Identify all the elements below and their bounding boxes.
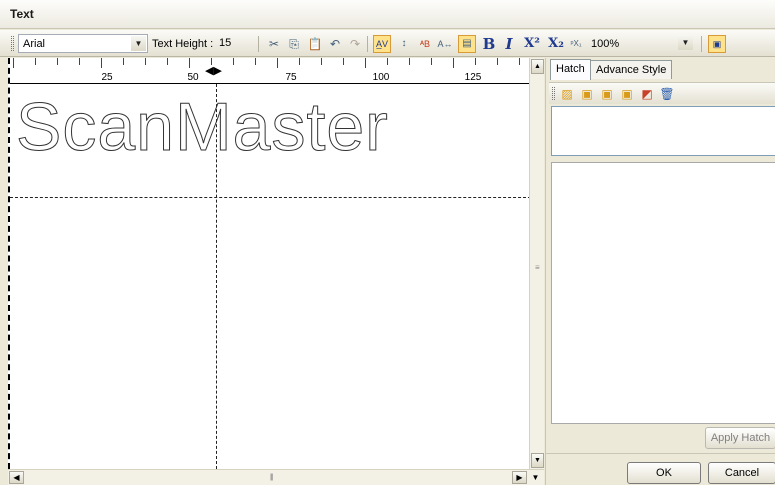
scroll-thumb-grip[interactable]: |||: [270, 474, 274, 481]
undo-icon[interactable]: ↶: [326, 35, 344, 53]
ruler-tick: [343, 58, 344, 65]
text-height-input[interactable]: 15: [215, 34, 253, 53]
hatch-toggle-icon[interactable]: ▣: [708, 35, 726, 53]
font-select[interactable]: Arial ▼: [18, 34, 148, 53]
ruler-tick: [101, 58, 102, 68]
footer-divider: [546, 453, 775, 454]
align-icon[interactable]: ▤: [458, 35, 476, 53]
hatch-pattern-icon[interactable]: ▨: [559, 86, 575, 102]
delete-icon[interactable]: 🗑: [659, 86, 675, 102]
window-title: Text: [10, 7, 34, 21]
ruler-tick: [57, 58, 58, 65]
special-script-icon[interactable]: ᵖX₁: [567, 35, 585, 53]
text-content[interactable]: ScanMaster: [16, 88, 389, 166]
tab-hatch[interactable]: Hatch: [550, 59, 591, 80]
ruler-tick: [519, 58, 520, 65]
title-bar: Text: [0, 0, 775, 29]
text-dialog: Text Arial ▼ Text Height : 15 ✂ ⎘ 📋 ↶ ↷ …: [0, 0, 775, 485]
ruler-tick: [409, 58, 410, 65]
ruler-margin-marker-icon[interactable]: ◀▶: [205, 64, 222, 77]
hatch-style-3-icon[interactable]: ▣: [619, 86, 635, 102]
toolbar-grip[interactable]: [11, 36, 14, 51]
ruler-label: 100: [372, 72, 390, 83]
horizontal-scrollbar[interactable]: ◀ ||| ▶ ▼: [8, 469, 544, 485]
ruler-tick: [277, 58, 278, 68]
ruler-label: 75: [285, 72, 297, 83]
ruler-label: 50: [187, 72, 199, 83]
text-arc-icon[interactable]: ᴬB: [416, 35, 434, 53]
ruler-tick: [123, 58, 124, 65]
scroll-right-icon[interactable]: ▶: [512, 471, 527, 484]
font-value: Arial: [23, 38, 46, 50]
text-height-label: Text Height :: [152, 38, 214, 50]
redo-icon[interactable]: ↷: [346, 35, 364, 53]
ruler-tick: [35, 58, 36, 65]
tab-advance-style[interactable]: Advance Style: [590, 60, 673, 79]
apply-hatch-button[interactable]: Apply Hatch: [705, 427, 775, 449]
bold-button[interactable]: B: [480, 35, 498, 53]
ruler-tick: [365, 58, 366, 68]
hatch-style-1-icon[interactable]: ▣: [579, 86, 595, 102]
ruler-tick: [145, 58, 146, 65]
hatch-preview: [551, 162, 775, 424]
ok-button[interactable]: OK: [627, 462, 701, 484]
superscript-button[interactable]: X²: [521, 35, 543, 53]
hatch-list[interactable]: [551, 106, 775, 156]
zoom-select[interactable]: ▼: [676, 34, 694, 53]
text-editor-canvas[interactable]: 25 50 75 100 125 ◀▶ ScanMaster: [8, 58, 531, 469]
line-spacing-icon[interactable]: ↕: [395, 35, 413, 53]
ruler-tick: [475, 58, 476, 65]
toolbar-separator: [367, 36, 368, 52]
ruler-tick: [321, 58, 322, 65]
subscript-button[interactable]: X₂: [545, 35, 567, 53]
italic-button[interactable]: I: [500, 35, 518, 53]
hatch-color-icon[interactable]: ◩: [639, 86, 655, 102]
toolbar-grip[interactable]: [552, 87, 555, 100]
ruler-tick: [13, 58, 14, 68]
vertical-guide-line: [216, 84, 217, 469]
paste-icon[interactable]: 📋: [306, 35, 324, 53]
horizontal-ruler: 25 50 75 100 125 ◀▶: [10, 58, 531, 84]
baseline-guide-line: [10, 197, 531, 198]
ruler-tick: [299, 58, 300, 65]
ruler-tick: [255, 58, 256, 65]
ruler-tick: [167, 58, 168, 65]
toolbar-separator: [258, 36, 259, 52]
chevron-down-icon[interactable]: ▼: [678, 35, 693, 50]
properties-panel: Hatch Advance Style ▨ ▣ ▣ ▣ ◩ 🗑 Apply Ha…: [545, 58, 775, 485]
ruler-tick: [431, 58, 432, 65]
char-spacing-icon[interactable]: A̲V: [373, 35, 391, 53]
chevron-down-icon[interactable]: ▼: [131, 36, 146, 51]
toolbar-separator: [701, 36, 702, 52]
scroll-down-icon[interactable]: ▼: [531, 453, 544, 468]
ruler-tick: [497, 58, 498, 65]
scroll-left-icon[interactable]: ◀: [9, 471, 24, 484]
scroll-down-icon[interactable]: ▼: [528, 470, 543, 485]
ruler-tick: [387, 58, 388, 65]
hatch-style-2-icon[interactable]: ▣: [599, 86, 615, 102]
ruler-tick: [79, 58, 80, 65]
ruler-tick: [453, 58, 454, 68]
scroll-up-icon[interactable]: ▲: [531, 59, 544, 74]
hatch-toolbar: ▨ ▣ ▣ ▣ ◩ 🗑: [549, 82, 775, 104]
cut-icon[interactable]: ✂: [265, 35, 283, 53]
scroll-thumb-grip[interactable]: ≡: [535, 263, 540, 272]
vertical-scrollbar[interactable]: ▲ ≡ ▼: [529, 58, 544, 469]
zoom-value: 100%: [591, 38, 620, 50]
format-toolbar: Arial ▼ Text Height : 15 ✂ ⎘ 📋 ↶ ↷ A̲V ↕…: [0, 30, 775, 57]
ruler-tick: [233, 58, 234, 65]
char-width-icon[interactable]: A↔: [436, 35, 454, 53]
ruler-tick: [189, 58, 190, 68]
text-height-value: 15: [219, 37, 232, 49]
ruler-label: 125: [464, 72, 482, 83]
cancel-button[interactable]: Cancel: [708, 462, 775, 484]
ruler-label: 25: [101, 72, 113, 83]
copy-icon[interactable]: ⎘: [285, 35, 303, 53]
